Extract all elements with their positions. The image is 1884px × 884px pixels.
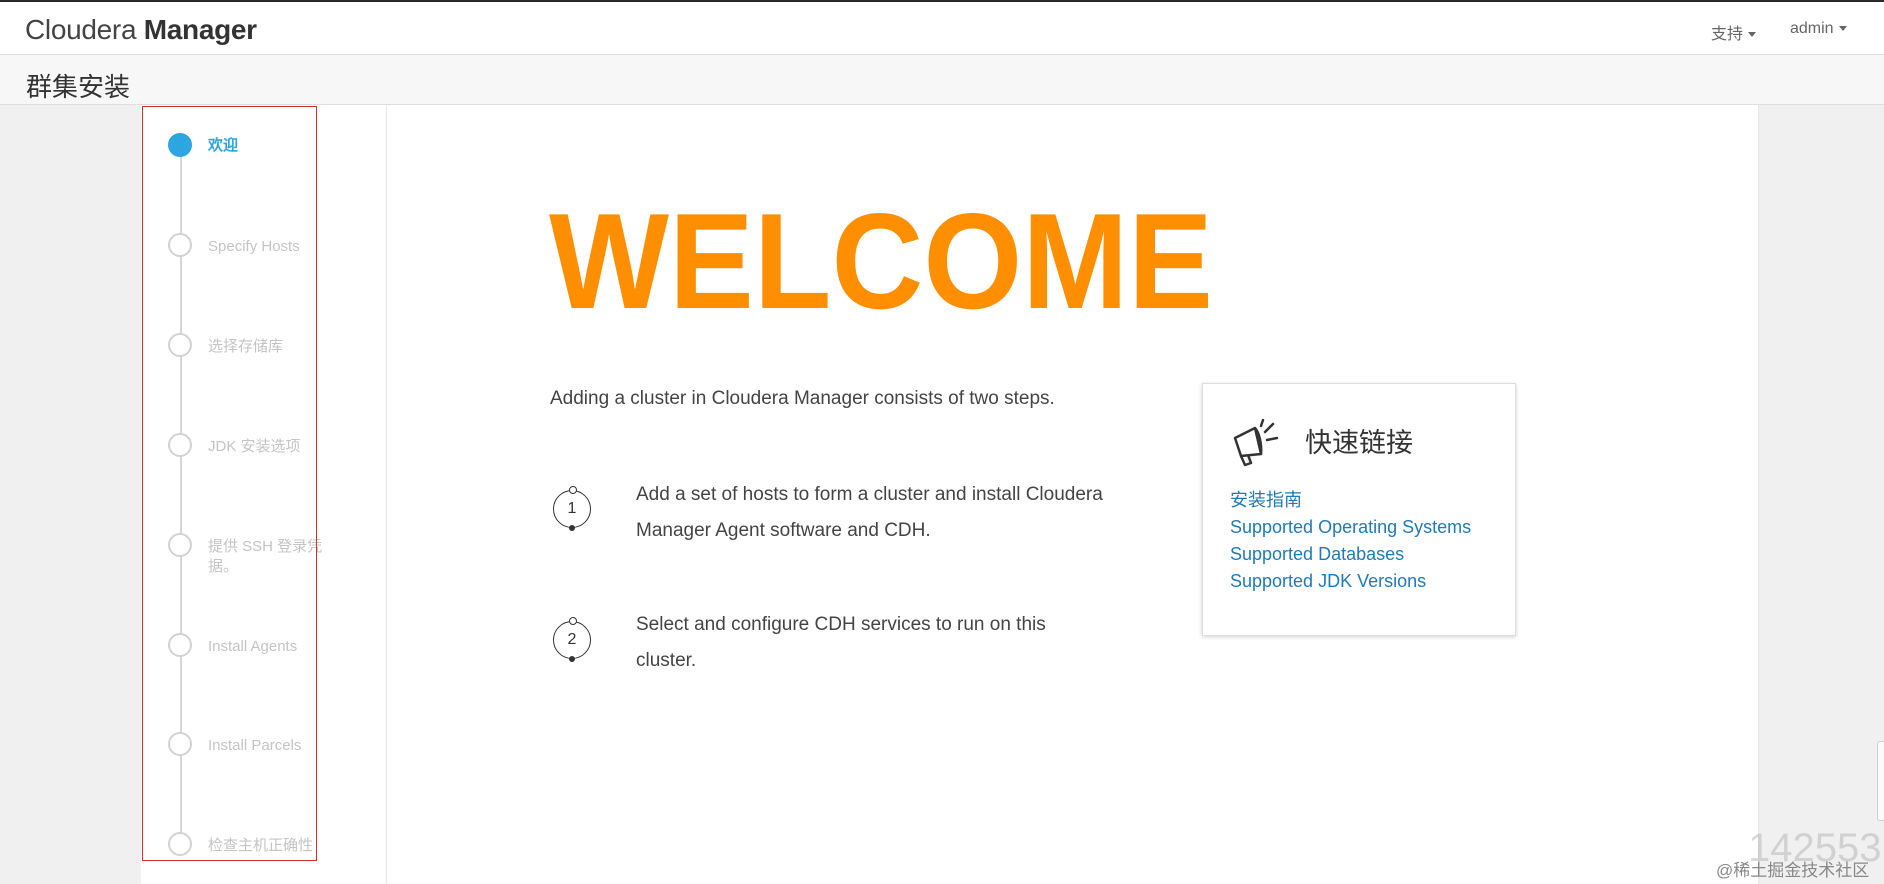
support-menu-label: 支持 [1711,26,1744,43]
quick-links-card: 快速链接 安装指南 Supported Operating Systems Su… [1202,383,1516,636]
chevron-down-icon [1838,26,1847,32]
brand-logo[interactable]: Cloudera Manager [25,14,257,46]
step-description: Select and configure CDH services to run… [636,614,1046,671]
step-number: 1 [567,500,577,517]
page-title-bar: 群集安装 [0,55,1884,105]
brand-name-bold: Manager [143,14,257,45]
welcome-banner: WELCOME [549,185,1219,337]
page-title: 群集安装 [26,72,131,102]
quick-links-title: 快速链接 [1305,428,1413,458]
step-number: 2 [567,631,577,648]
link-supported-databases[interactable]: Supported Databases [1230,541,1471,568]
intro-text: Adding a cluster in Cloudera Manager con… [550,388,1055,409]
link-install-guide[interactable]: 安装指南 [1230,487,1471,514]
chevron-down-icon [1748,32,1757,38]
brand-name-light: Cloudera [25,14,137,45]
megaphone-icon [1229,418,1281,473]
step-number-badge: 1 [553,486,591,531]
user-menu-label: admin [1790,20,1834,37]
watermark-site: @稀土掘金技术社区 [1716,861,1870,880]
step-number-badge: 2 [553,617,591,662]
step-description: Add a set of hosts to form a cluster and… [636,484,1103,541]
support-menu[interactable]: 支持 [1711,20,1757,44]
quick-links-list: 安装指南 Supported Operating Systems Support… [1230,487,1471,595]
user-menu[interactable]: admin [1790,20,1847,38]
annotation-highlight-box [142,106,317,861]
link-supported-os[interactable]: Supported Operating Systems [1230,514,1471,541]
welcome-heading: WELCOME [549,205,1213,315]
top-navbar: Cloudera Manager 支持 admin [0,0,1884,55]
link-supported-jdk[interactable]: Supported JDK Versions [1230,568,1471,595]
side-scroll-tab[interactable] [1877,741,1884,821]
